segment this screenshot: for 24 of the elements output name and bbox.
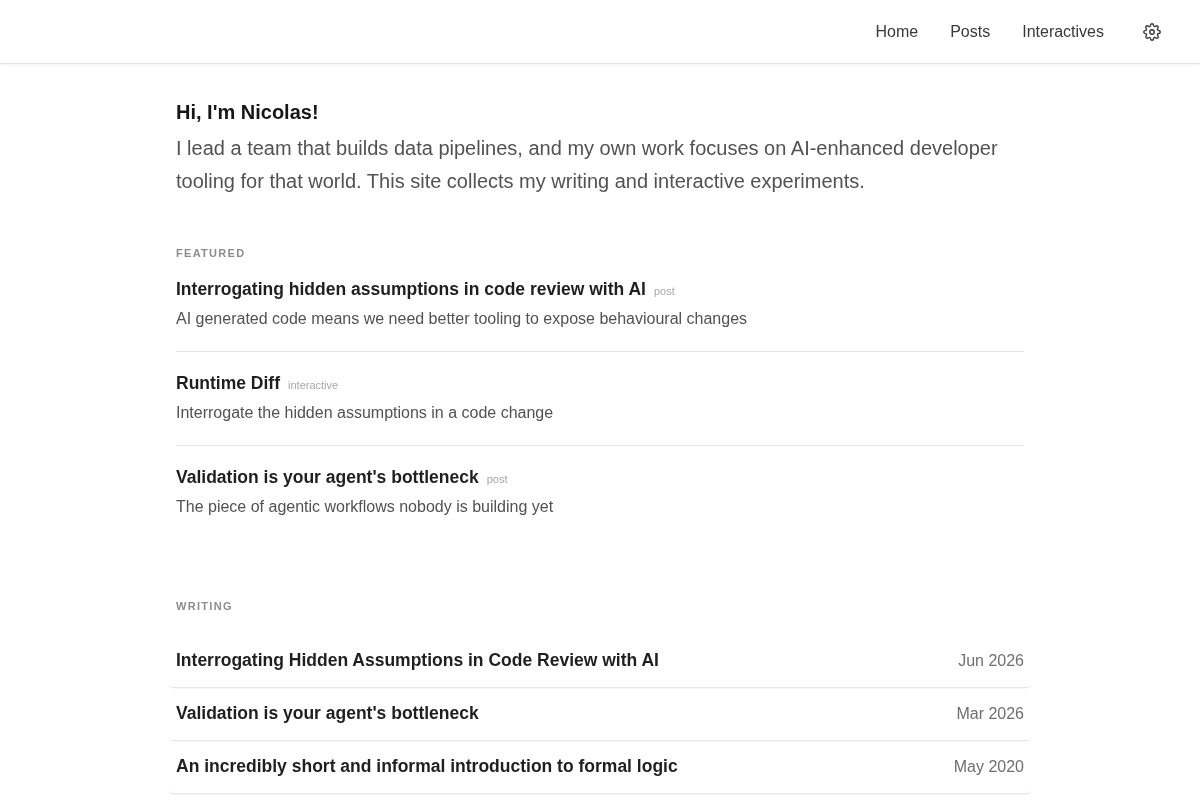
nav-link[interactable]: Posts xyxy=(950,21,991,42)
content-type-label: post xyxy=(653,284,675,298)
post-date: Jun 2026 xyxy=(958,651,1024,671)
post-date: Mar 2026 xyxy=(956,704,1024,724)
greeting-heading: Hi, I'm Nicolas! xyxy=(176,100,320,124)
intro-paragraph: I lead a team that builds data pipelines, and my own work focuses on AI-enhanced developer tooling for that world. This site collects my writing and interactive experiments. xyxy=(176,136,999,194)
settings-icon xyxy=(1143,22,1161,41)
featured-description: The piece of agentic workflows nobody is building yet xyxy=(176,497,555,517)
section-heading: WRITING xyxy=(176,599,234,613)
nav-link[interactable]: Interactives xyxy=(1022,21,1104,42)
section-heading: FEATURED xyxy=(176,246,247,260)
post-title-link[interactable]: Interrogating Hidden Assumptions in Code Review with AI xyxy=(176,648,659,672)
content-type-label: interactive xyxy=(288,378,339,392)
nav-link[interactable]: Home xyxy=(875,21,919,42)
post-date: May 2020 xyxy=(953,757,1024,777)
content-type-label: post xyxy=(486,472,508,486)
post-title-link[interactable]: An incredibly short and informal introduction to formal logic xyxy=(176,754,678,778)
featured-description: AI generated code means we need better tooling to expose behavioural changes xyxy=(176,309,749,329)
post-title-link[interactable]: Validation is your agent's bottleneck xyxy=(176,701,479,725)
settings-button[interactable] xyxy=(1143,22,1161,41)
featured-title-link[interactable]: Interrogating hidden assumptions in code review with AI xyxy=(176,277,646,301)
featured-description: Interrogate the hidden assumptions in a code change xyxy=(176,403,555,423)
featured-title-link[interactable]: Runtime Diff xyxy=(176,371,281,395)
featured-title-link[interactable]: Validation is your agent's bottleneck xyxy=(176,465,479,489)
